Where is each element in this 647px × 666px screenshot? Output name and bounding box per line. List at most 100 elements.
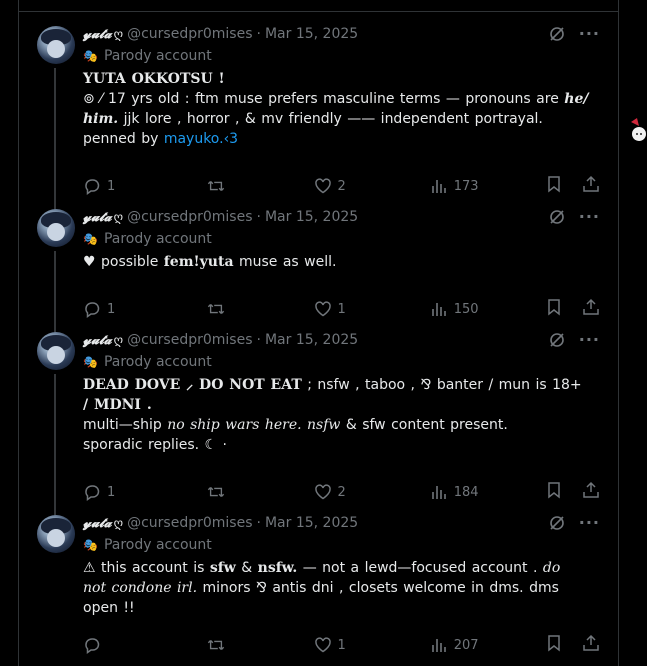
post[interactable]: 𝔂𝓾𝓽𝓪 ღ @cursedpr0mises · Mar 15, 2025 ··…	[19, 12, 618, 213]
reply-count: 1	[107, 301, 116, 317]
bookmark-icon[interactable]	[546, 298, 562, 320]
share-icon[interactable]	[582, 298, 600, 320]
reply-icon	[83, 636, 101, 654]
name-badge-icon: ღ	[113, 27, 124, 41]
decorative-sticker-icon	[627, 116, 647, 148]
like-button[interactable]: 2	[314, 177, 430, 195]
views-button[interactable]: 207	[430, 636, 546, 654]
reply-icon	[83, 177, 101, 195]
share-icon[interactable]	[582, 634, 600, 656]
views-button[interactable]: 184	[430, 483, 546, 501]
name-badge-icon: ღ	[113, 333, 124, 347]
avatar[interactable]	[37, 26, 75, 64]
parody-mask-icon: 🎭	[83, 538, 98, 552]
reply-button[interactable]	[83, 636, 207, 654]
thread-line	[54, 374, 56, 519]
post-text: & sfw content present.	[340, 417, 508, 433]
separator-dot: ·	[256, 515, 261, 531]
share-icon[interactable]	[582, 481, 600, 503]
grok-icon[interactable]	[549, 26, 565, 42]
post-text: muse as well.	[233, 254, 337, 270]
name-badge-icon: ღ	[113, 516, 124, 530]
bookmark-icon[interactable]	[546, 481, 562, 503]
view-count: 150	[453, 301, 479, 317]
more-icon[interactable]: ···	[579, 332, 600, 348]
repost-button[interactable]	[207, 483, 313, 501]
post-date[interactable]: Mar 15, 2025	[265, 515, 358, 531]
reply-count: 1	[107, 484, 116, 500]
post-text: jjk lore , horror , & mv friendly —— ind…	[118, 111, 543, 127]
avatar[interactable]	[37, 332, 75, 370]
views-button[interactable]: 150	[430, 300, 546, 318]
mention-link[interactable]: mayuko.‹3	[164, 131, 238, 147]
bookmark-icon[interactable]	[546, 175, 562, 197]
post-text: he/	[564, 91, 589, 107]
grok-icon[interactable]	[549, 515, 565, 531]
like-button[interactable]: 1	[314, 300, 430, 318]
handle[interactable]: @cursedpr0mises	[127, 515, 252, 531]
post-date[interactable]: Mar 15, 2025	[265, 26, 358, 42]
name-badge-icon: ღ	[113, 210, 124, 224]
repost-icon	[207, 300, 225, 318]
views-icon	[430, 636, 448, 654]
parody-label: Parody account	[103, 537, 212, 553]
post-text: no ship wars here. nsfw	[167, 417, 341, 433]
post[interactable]: 𝔂𝓾𝓽𝓪 ღ @cursedpr0mises · Mar 15, 2025 ··…	[19, 195, 618, 336]
views-button[interactable]: 173	[430, 177, 546, 195]
display-name[interactable]: 𝔂𝓾𝓽𝓪	[83, 516, 112, 531]
display-name[interactable]: 𝔂𝓾𝓽𝓪	[83, 333, 112, 348]
post-text: DEAD DOVE ⸝ DO NOT EAT	[83, 377, 302, 393]
like-button[interactable]: 2	[314, 483, 430, 501]
reply-count: 1	[107, 178, 116, 194]
post-text: penned by	[83, 131, 164, 147]
grok-icon[interactable]	[549, 332, 565, 348]
post-date[interactable]: Mar 15, 2025	[265, 332, 358, 348]
more-icon[interactable]: ···	[579, 26, 600, 42]
repost-button[interactable]	[207, 636, 313, 654]
like-icon	[314, 300, 332, 318]
top-divider	[19, 0, 618, 12]
avatar[interactable]	[37, 209, 75, 247]
display-name[interactable]: 𝔂𝓾𝓽𝓪	[83, 27, 112, 42]
more-icon[interactable]: ···	[579, 209, 600, 225]
repost-icon	[207, 177, 225, 195]
separator-dot: ·	[256, 26, 261, 42]
post[interactable]: 𝔂𝓾𝓽𝓪 ღ @cursedpr0mises · Mar 15, 2025 ··…	[19, 501, 618, 656]
repost-button[interactable]	[207, 177, 313, 195]
like-button[interactable]: 1	[314, 636, 430, 654]
repost-button[interactable]	[207, 300, 313, 318]
like-count: 1	[337, 637, 346, 653]
post-text: &	[235, 560, 258, 576]
post-text: ⊚ ⁄ 17 yrs old : ftm muse prefers mascul…	[83, 91, 565, 107]
post-text: sporadic replies. ☾ ·	[83, 437, 227, 453]
post-text: sfw	[209, 560, 236, 576]
post-text: do	[542, 560, 561, 576]
like-icon	[314, 636, 332, 654]
reply-button[interactable]: 1	[83, 300, 207, 318]
parody-mask-icon: 🎭	[83, 232, 98, 246]
post-date[interactable]: Mar 15, 2025	[265, 209, 358, 225]
bookmark-icon[interactable]	[546, 634, 562, 656]
post-text: ⚠ this account is	[83, 560, 210, 576]
post-text: / MDNI .	[83, 397, 152, 413]
more-icon[interactable]: ···	[579, 515, 600, 531]
parody-mask-icon: 🎭	[83, 355, 98, 369]
repost-icon	[207, 636, 225, 654]
share-icon[interactable]	[582, 175, 600, 197]
handle[interactable]: @cursedpr0mises	[127, 26, 252, 42]
post[interactable]: 𝔂𝓾𝓽𝓪 ღ @cursedpr0mises · Mar 15, 2025 ··…	[19, 318, 618, 519]
parody-label: Parody account	[103, 48, 212, 64]
separator-dot: ·	[256, 332, 261, 348]
reply-button[interactable]: 1	[83, 177, 207, 195]
reply-button[interactable]: 1	[83, 483, 207, 501]
handle[interactable]: @cursedpr0mises	[127, 332, 252, 348]
separator-dot: ·	[256, 209, 261, 225]
handle[interactable]: @cursedpr0mises	[127, 209, 252, 225]
grok-icon[interactable]	[549, 209, 565, 225]
views-icon	[430, 300, 448, 318]
avatar[interactable]	[37, 515, 75, 553]
post-text: minors ⅋ antis dni , closets welcome in …	[197, 580, 559, 596]
parody-label: Parody account	[103, 354, 212, 370]
post-text: nsfw.	[257, 560, 298, 576]
display-name[interactable]: 𝔂𝓾𝓽𝓪	[83, 210, 112, 225]
